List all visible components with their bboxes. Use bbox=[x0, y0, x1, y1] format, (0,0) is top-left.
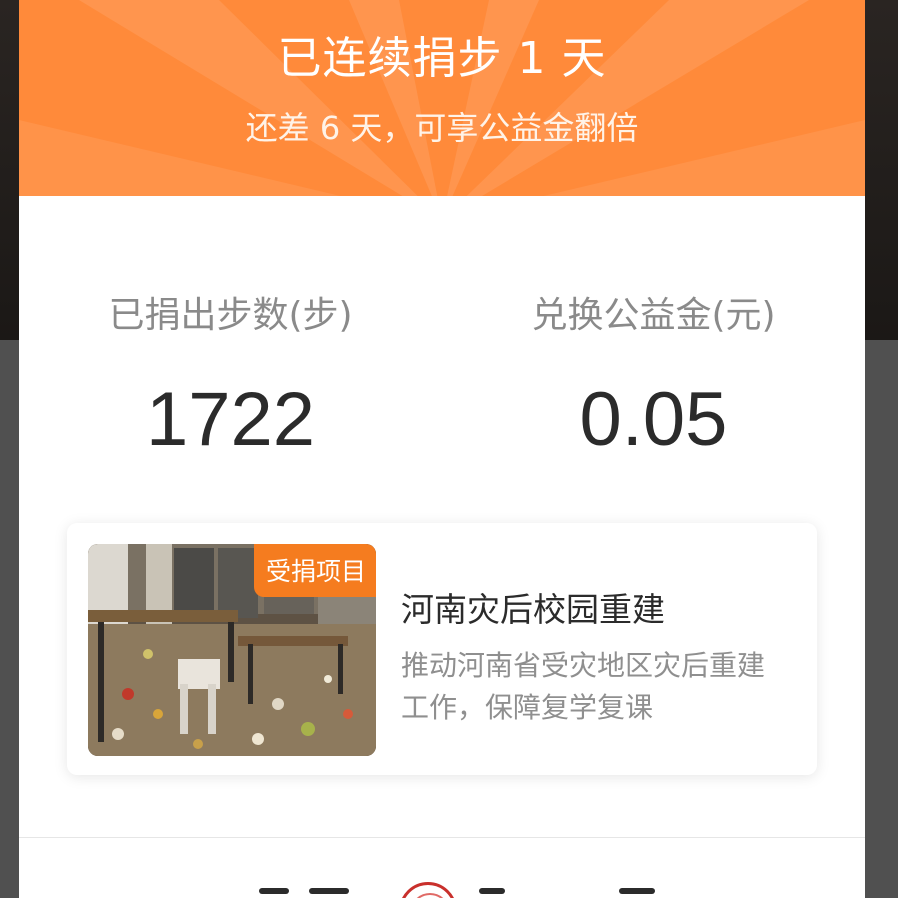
footer-text-fragment bbox=[259, 888, 289, 894]
project-thumbnail: 受捐项目 bbox=[88, 544, 376, 756]
project-title: 河南灾后校园重建 bbox=[401, 590, 665, 629]
footer-text-fragment bbox=[479, 888, 505, 894]
streak-header: 已连续捐步 1 天 还差 6 天，可享公益金翻倍 bbox=[19, 0, 865, 196]
project-description: 推动河南省受灾地区灾后重建工作，保障复学复课 bbox=[401, 649, 766, 724]
donation-result-card: 已连续捐步 1 天 还差 6 天，可享公益金翻倍 已捐出步数(步) 1722 兑… bbox=[19, 0, 865, 898]
streak-subtitle: 还差 6 天，可享公益金翻倍 bbox=[245, 109, 639, 147]
donated-steps-value: 1722 bbox=[145, 377, 316, 462]
donated-project-badge: 受捐项目 bbox=[253, 544, 376, 597]
divider bbox=[19, 837, 865, 838]
donated-steps-label: 已捐出步数(步) bbox=[108, 295, 353, 336]
footer-text-fragment bbox=[619, 888, 655, 894]
project-card[interactable]: 受捐项目 河南灾后校园重建 推动河南省受灾地区灾后重建工作，保障复学复课 bbox=[67, 523, 817, 775]
exchanged-fund-label: 兑换公益金(元) bbox=[531, 295, 776, 336]
charity-seal-icon bbox=[399, 882, 457, 898]
streak-title: 已连续捐步 1 天 bbox=[277, 33, 607, 84]
exchanged-fund-value: 0.05 bbox=[579, 377, 728, 462]
footer-text-fragment bbox=[309, 888, 349, 894]
